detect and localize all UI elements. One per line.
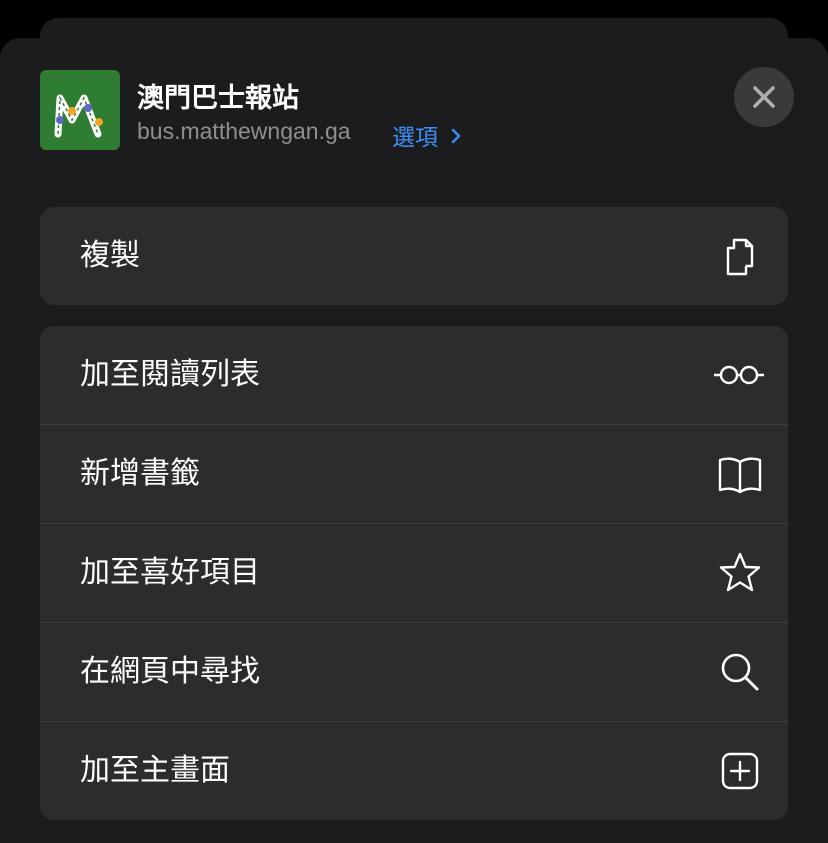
favorite-action[interactable]: 加至喜好項目 (40, 523, 788, 622)
app-icon (40, 70, 120, 150)
share-sheet: 澳門巴士報站 bus.matthewngan.ga 選項 複製 加至閱讀列表 新… (0, 38, 828, 843)
app-logo-m (54, 94, 103, 138)
share-sheet-header: 澳門巴士報站 bus.matthewngan.ga 選項 (40, 67, 794, 152)
app-name: 澳門巴士報站 (137, 83, 299, 113)
book-icon (718, 452, 762, 496)
options-label: 選項 (392, 124, 438, 150)
favorite-label: 加至喜好項目 (80, 556, 260, 589)
search-icon (718, 650, 762, 694)
app-url: bus.matthewngan.ga (137, 118, 351, 144)
copy-icon (718, 234, 762, 278)
chevron-right-icon (450, 124, 462, 151)
home-screen-label: 加至主畫面 (80, 754, 230, 787)
add-square-icon (718, 749, 762, 793)
star-icon (718, 551, 762, 595)
reading-list-label: 加至閱讀列表 (80, 358, 260, 391)
copy-label: 複製 (80, 239, 140, 272)
copy-group: 複製 (40, 207, 788, 305)
find-action[interactable]: 在網頁中尋找 (40, 622, 788, 721)
close-button[interactable] (734, 67, 794, 127)
actions-group: 加至閱讀列表 新增書籤 加至喜好項目 在網頁中尋找 加至主畫面 (40, 326, 788, 820)
copy-action[interactable]: 複製 (40, 207, 788, 305)
bookmark-label: 新增書籤 (80, 457, 200, 490)
glasses-icon (712, 353, 766, 397)
options-link[interactable]: 選項 (392, 118, 462, 152)
close-icon (753, 86, 775, 108)
find-label: 在網頁中尋找 (80, 655, 260, 688)
reading-list-action[interactable]: 加至閱讀列表 (40, 326, 788, 424)
home-screen-action[interactable]: 加至主畫面 (40, 721, 788, 820)
bookmark-action[interactable]: 新增書籤 (40, 424, 788, 523)
